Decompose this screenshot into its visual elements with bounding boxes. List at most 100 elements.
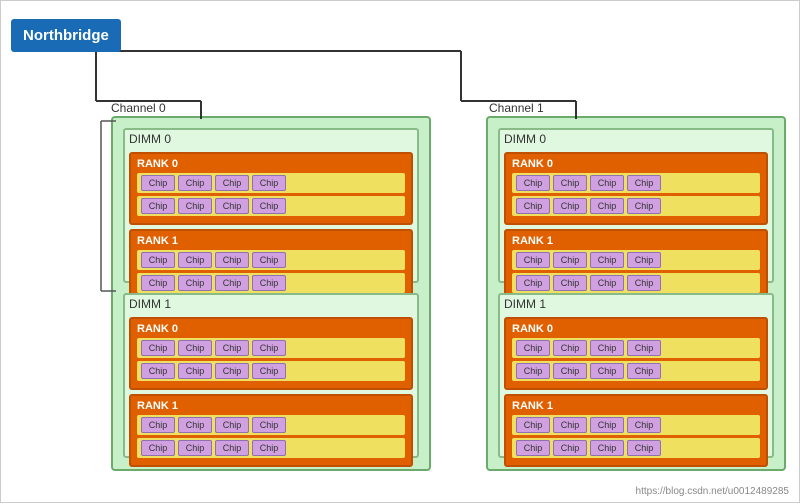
chip: Chip — [553, 340, 587, 356]
channel1-dimm0-rank1: RANK 1 Chip Chip Chip Chip Chip Chip Chi… — [504, 229, 768, 302]
chip: Chip — [590, 417, 624, 433]
chip: Chip — [553, 440, 587, 456]
chip: Chip — [141, 252, 175, 268]
chip: Chip — [590, 175, 624, 191]
chip: Chip — [215, 340, 249, 356]
channel0-dimm0-rank0-label: RANK 0 — [137, 158, 405, 170]
chip: Chip — [252, 363, 286, 379]
chip: Chip — [178, 252, 212, 268]
chip: Chip — [252, 440, 286, 456]
chip: Chip — [627, 252, 661, 268]
chip: Chip — [141, 340, 175, 356]
chip: Chip — [178, 363, 212, 379]
chip: Chip — [516, 198, 550, 214]
chip: Chip — [553, 363, 587, 379]
chip-row-wrapper: Chip Chip Chip Chip — [137, 250, 405, 270]
chip: Chip — [627, 175, 661, 191]
chip: Chip — [627, 363, 661, 379]
chip: Chip — [627, 340, 661, 356]
chip: Chip — [252, 198, 286, 214]
channel0-dimm1-label: DIMM 1 — [125, 295, 417, 313]
chip: Chip — [553, 275, 587, 291]
chip-row-wrapper: Chip Chip Chip Chip — [512, 250, 760, 270]
chip: Chip — [215, 198, 249, 214]
main-container: Northbridge Channel 0 DIMM 0 RANK 0 Ch — [0, 0, 800, 503]
chip: Chip — [516, 175, 550, 191]
channel1-dimm0-rank1-label: RANK 1 — [512, 235, 760, 247]
chip: Chip — [553, 175, 587, 191]
channel1-dimm1: DIMM 1 RANK 0 Chip Chip Chip Chip Chip C… — [498, 293, 774, 458]
channel0-dimm0-rank1: RANK 1 Chip Chip Chip Chip Chip Chip Chi… — [129, 229, 413, 302]
chip-row-wrapper: Chip Chip Chip Chip — [137, 338, 405, 358]
chip: Chip — [178, 440, 212, 456]
chip: Chip — [141, 440, 175, 456]
chip-row-wrapper: Chip Chip Chip Chip — [137, 361, 405, 381]
chip: Chip — [516, 363, 550, 379]
chip: Chip — [516, 340, 550, 356]
chip: Chip — [627, 198, 661, 214]
chip: Chip — [252, 417, 286, 433]
channel1-container: DIMM 0 RANK 0 Chip Chip Chip Chip Chip C… — [486, 116, 786, 471]
chip: Chip — [252, 340, 286, 356]
chip-row-wrapper: Chip Chip Chip Chip — [137, 415, 405, 435]
channel1-dimm1-rank1: RANK 1 Chip Chip Chip Chip Chip Chip Chi… — [504, 394, 768, 467]
chip: Chip — [141, 417, 175, 433]
chip-row-wrapper: Chip Chip Chip Chip — [512, 438, 760, 458]
channel0-label: Channel 0 — [111, 101, 166, 115]
chip: Chip — [590, 440, 624, 456]
chip: Chip — [590, 275, 624, 291]
channel1-dimm1-rank1-label: RANK 1 — [512, 400, 760, 412]
chip: Chip — [141, 198, 175, 214]
chip: Chip — [590, 363, 624, 379]
chip: Chip — [178, 340, 212, 356]
chip-row-wrapper: Chip Chip Chip Chip — [137, 438, 405, 458]
channel0-dimm0-rank0: RANK 0 Chip Chip Chip Chip Chip Chip Chi… — [129, 152, 413, 225]
chip: Chip — [252, 275, 286, 291]
chip-row-wrapper: Chip Chip Chip Chip — [512, 173, 760, 193]
channel1-dimm0-label: DIMM 0 — [500, 130, 772, 148]
chip: Chip — [590, 198, 624, 214]
channel1-label: Channel 1 — [489, 101, 544, 115]
channel0-dimm1-rank0-label: RANK 0 — [137, 323, 405, 335]
chip: Chip — [178, 175, 212, 191]
chip-row-wrapper: Chip Chip Chip Chip — [512, 361, 760, 381]
chip-row-wrapper: Chip Chip Chip Chip — [512, 415, 760, 435]
northbridge-label: Northbridge — [23, 27, 109, 44]
channel1-dimm0-rank0: RANK 0 Chip Chip Chip Chip Chip Chip Chi… — [504, 152, 768, 225]
channel1-dimm1-label: DIMM 1 — [500, 295, 772, 313]
channel0-dimm1-rank1-label: RANK 1 — [137, 400, 405, 412]
chip: Chip — [627, 275, 661, 291]
chip: Chip — [215, 275, 249, 291]
channel1-dimm1-rank0-label: RANK 0 — [512, 323, 760, 335]
chip: Chip — [215, 252, 249, 268]
chip: Chip — [215, 417, 249, 433]
chip: Chip — [178, 198, 212, 214]
chip: Chip — [590, 340, 624, 356]
chip: Chip — [590, 252, 624, 268]
chip: Chip — [141, 275, 175, 291]
chip: Chip — [627, 417, 661, 433]
chip: Chip — [215, 363, 249, 379]
channel0-container: DIMM 0 RANK 0 Chip Chip Chip Chip Chip C… — [111, 116, 431, 471]
channel0-dimm0-rank1-label: RANK 1 — [137, 235, 405, 247]
channel0-dimm0: DIMM 0 RANK 0 Chip Chip Chip Chip Chip C… — [123, 128, 419, 283]
chip-row-wrapper: Chip Chip Chip Chip — [512, 338, 760, 358]
chip: Chip — [178, 275, 212, 291]
channel0-dimm0-label: DIMM 0 — [125, 130, 417, 148]
channel1-dimm0: DIMM 0 RANK 0 Chip Chip Chip Chip Chip C… — [498, 128, 774, 283]
chip: Chip — [516, 252, 550, 268]
chip: Chip — [516, 440, 550, 456]
chip: Chip — [215, 440, 249, 456]
chip-row-wrapper: Chip Chip Chip Chip — [512, 196, 760, 216]
chip: Chip — [553, 417, 587, 433]
chip: Chip — [215, 175, 249, 191]
chip: Chip — [252, 175, 286, 191]
channel0-dimm1: DIMM 1 RANK 0 Chip Chip Chip Chip Chip C… — [123, 293, 419, 458]
channel0-dimm1-rank1: RANK 1 Chip Chip Chip Chip Chip Chip Chi… — [129, 394, 413, 467]
channel1-dimm0-rank0-label: RANK 0 — [512, 158, 760, 170]
chip: Chip — [516, 417, 550, 433]
channel1-dimm1-rank0: RANK 0 Chip Chip Chip Chip Chip Chip Chi… — [504, 317, 768, 390]
chip: Chip — [252, 252, 286, 268]
url-label: https://blog.csdn.net/u0012489285 — [636, 486, 789, 497]
chip: Chip — [553, 252, 587, 268]
